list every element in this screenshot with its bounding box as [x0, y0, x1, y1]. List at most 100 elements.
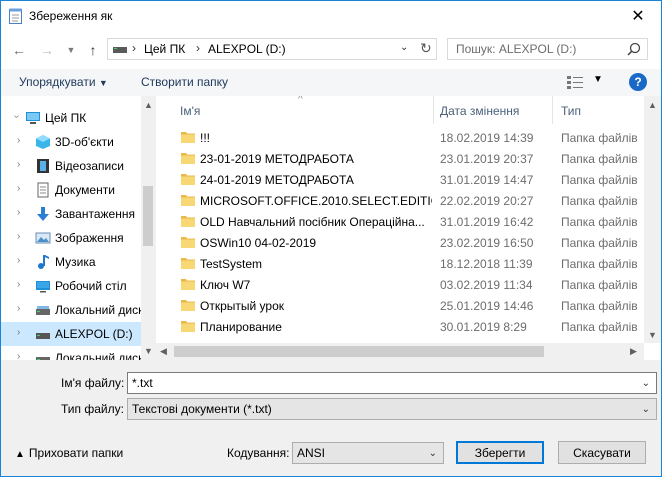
horizontal-scroll-thumb[interactable]	[174, 346, 544, 357]
chevron-down-icon: ▼	[98, 78, 108, 88]
refresh-icon[interactable]: ↻	[420, 40, 432, 57]
file-type: Папка файлів	[561, 320, 638, 334]
scroll-down-icon[interactable]: ▼	[144, 346, 153, 356]
desktop-icon	[36, 281, 50, 293]
file-row[interactable]: Планирование 30.01.2019 8:29 Папка файлів	[156, 317, 638, 338]
file-row[interactable]: TestSystem 18.12.2018 11:39 Папка файлів	[156, 254, 638, 275]
chevron-right-icon[interactable]: ›	[17, 303, 20, 314]
cancel-button[interactable]: Скасувати	[558, 441, 646, 464]
scroll-right-icon[interactable]: ▶	[630, 346, 637, 357]
save-as-dialog: Збереження як ✕ ← → ▼ ↑ › Цей ПК › ALEXP…	[0, 0, 662, 477]
scroll-up-icon[interactable]: ▲	[144, 100, 153, 110]
filename-input[interactable]: *.txt ⌄	[127, 372, 657, 394]
forward-button[interactable]: →	[37, 40, 57, 60]
chevron-expanded-icon[interactable]: ›	[11, 115, 22, 118]
file-list-vertical-scrollbar[interactable]: ▲ ▼	[644, 96, 661, 343]
navigation-pane: › Цей ПК › 3D-об'єкти › Відеозаписи › До…	[1, 96, 155, 360]
sidebar-item-alexpol-drive[interactable]: › ALEXPOL (D:)	[1, 322, 141, 346]
sidebar-item-downloads[interactable]: › Завантаження	[1, 202, 141, 226]
image-icon	[35, 232, 51, 244]
file-type: Папка файлів	[561, 173, 638, 187]
hide-folders-button[interactable]: ▲ Приховати папки	[15, 446, 123, 460]
sidebar-scrollbar[interactable]: ▲ ▼	[141, 96, 155, 360]
filetype-select[interactable]: Текстові документи (*.txt) ⌄	[127, 398, 657, 420]
sidebar-item-local-disk-2[interactable]: › Локальний диск	[1, 346, 144, 360]
computer-icon	[26, 112, 40, 124]
help-icon: ?	[634, 75, 642, 89]
file-row[interactable]: 24-01-2019 МЕТОДРАБОТА 31.01.2019 14:47 Па…	[156, 170, 638, 191]
sidebar-item-videos[interactable]: › Відеозаписи	[1, 154, 141, 178]
folder-icon	[181, 132, 195, 143]
sidebar-item-desktop[interactable]: › Робочий стіл	[1, 274, 141, 298]
save-button[interactable]: Зберегти	[456, 441, 544, 464]
chevron-right-icon[interactable]: ›	[17, 231, 20, 242]
folder-icon	[181, 300, 195, 311]
sidebar-scroll-thumb[interactable]	[143, 186, 153, 246]
sidebar-item-label: Музика	[55, 255, 96, 269]
scroll-up-icon[interactable]: ▲	[648, 100, 657, 110]
close-button[interactable]: ✕	[615, 1, 661, 31]
folder-icon	[181, 279, 195, 290]
chevron-right-icon[interactable]: ›	[17, 351, 20, 360]
sidebar-item-label: Робочий стіл	[55, 279, 127, 293]
sidebar-item-3d-objects[interactable]: › 3D-об'єкти	[1, 130, 141, 154]
help-button[interactable]: ?	[629, 73, 647, 91]
file-list-horizontal-scrollbar[interactable]: ◀ ▶	[156, 343, 644, 360]
encoding-select[interactable]: ANSI ⌄	[292, 442, 444, 464]
file-name: 23-01-2019 МЕТОДРАБОТА	[200, 152, 354, 166]
address-dropdown-icon[interactable]: ⌄	[400, 42, 408, 53]
chevron-right-icon[interactable]: ›	[17, 135, 20, 146]
scroll-left-icon[interactable]: ◀	[160, 346, 167, 357]
arrow-right-icon: →	[40, 42, 54, 58]
music-icon	[38, 255, 49, 269]
file-type: Папка файлів	[561, 257, 638, 271]
sidebar-item-label: Локальний диск	[55, 351, 144, 360]
view-options-icon[interactable]	[566, 74, 584, 90]
title-bar: Збереження як ✕	[1, 1, 661, 31]
address-bar[interactable]: › Цей ПК › ALEXPOL (D:) ⌄ ↻	[107, 38, 437, 60]
cube-icon	[36, 135, 50, 149]
file-row[interactable]: Ключ W7 03.02.2019 11:34 Папка файлів	[156, 275, 638, 296]
chevron-right-icon[interactable]: ›	[17, 327, 20, 338]
file-row[interactable]: OSWin10 04-02-2019 23.02.2019 16:50 Папка …	[156, 233, 638, 254]
new-folder-button[interactable]: Створити папку	[141, 75, 228, 89]
organize-button[interactable]: Упорядкувати ▼	[19, 75, 108, 89]
file-name: MICROSOFT.OFFICE.2010.SELECT.EDITIO...	[200, 194, 432, 208]
sidebar-item-this-pc[interactable]: › Цей ПК	[1, 106, 141, 130]
file-name: TestSystem	[200, 257, 263, 271]
search-box[interactable]: Пошук: ALEXPOL (D:)	[447, 38, 648, 60]
sidebar-item-local-disk[interactable]: › Локальний диск	[1, 298, 143, 322]
file-row[interactable]: Открытый урок 25.01.2019 14:46 Папка файлі…	[156, 296, 638, 317]
view-dropdown-icon[interactable]: ▼	[593, 74, 603, 85]
scroll-down-icon[interactable]: ▼	[648, 330, 657, 340]
file-row[interactable]: MICROSOFT.OFFICE.2010.SELECT.EDITIO... 22…	[156, 191, 638, 212]
back-button[interactable]: ←	[9, 40, 29, 60]
breadcrumb-drive[interactable]: ALEXPOL (D:)	[208, 42, 286, 56]
chevron-right-icon[interactable]: ›	[17, 279, 20, 290]
document-icon	[37, 182, 49, 198]
file-date: 22.02.2019 20:27	[440, 194, 534, 208]
chevron-right-icon[interactable]: ›	[17, 159, 20, 170]
sidebar-item-music[interactable]: › Музика	[1, 250, 141, 274]
up-button[interactable]: ↑	[83, 40, 103, 60]
chevron-right-icon[interactable]: ›	[17, 183, 20, 194]
filename-value: *.txt	[132, 376, 153, 390]
file-row[interactable]: !!! 18.02.2019 14:39 Папка файлів	[156, 128, 638, 149]
chevron-right-icon[interactable]: ›	[17, 255, 20, 266]
file-name: OLD Навчальний посібник Операційна...	[200, 215, 425, 229]
film-icon	[37, 159, 49, 173]
sidebar-item-pictures[interactable]: › Зображення	[1, 226, 141, 250]
file-row[interactable]: OLD Навчальний посібник Операційна... 31.…	[156, 212, 638, 233]
sidebar-item-documents[interactable]: › Документи	[1, 178, 141, 202]
file-row[interactable]: 23-01-2019 МЕТОДРАБОТА 23.01.2019 20:37 Па…	[156, 149, 638, 170]
chevron-down-icon[interactable]: ⌄	[642, 378, 650, 389]
file-name: Ключ W7	[200, 278, 251, 292]
recent-locations-button[interactable]: ▼	[61, 40, 81, 60]
encoding-label: Кодування:	[227, 446, 290, 460]
file-date: 25.01.2019 14:46	[440, 299, 534, 313]
column-divider[interactable]	[433, 96, 434, 124]
sidebar-item-label: Завантаження	[55, 207, 135, 221]
column-divider[interactable]	[552, 96, 553, 124]
chevron-right-icon[interactable]: ›	[17, 207, 20, 218]
breadcrumb-this-pc[interactable]: Цей ПК	[144, 42, 185, 56]
